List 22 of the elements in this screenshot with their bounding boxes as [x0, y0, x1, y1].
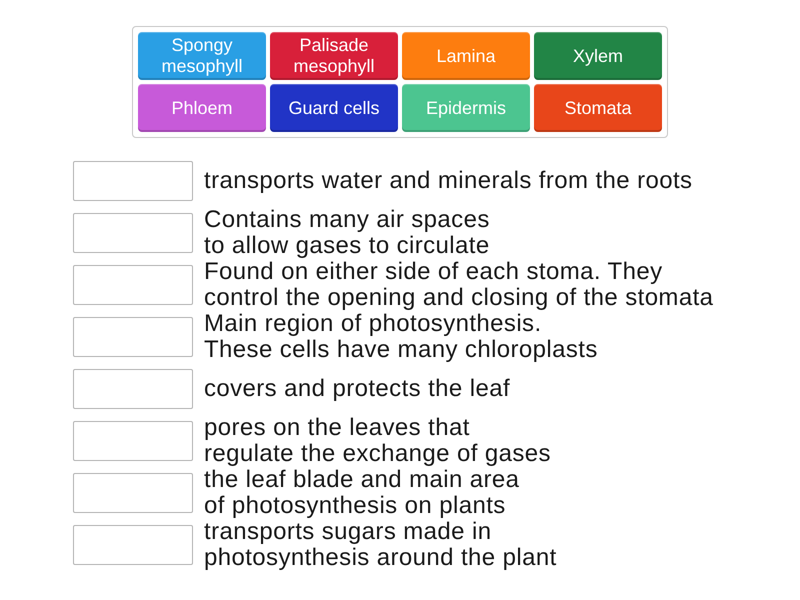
word-tile[interactable]: Phloem: [138, 84, 266, 132]
description-text: transports sugars made in photosynthesis around the plant: [204, 519, 557, 571]
word-tile[interactable]: Epidermis: [402, 84, 530, 132]
word-tile[interactable]: Palisade mesophyll: [270, 32, 398, 80]
word-tile[interactable]: Guard cells: [270, 84, 398, 132]
description-text: covers and protects the leaf: [204, 376, 510, 402]
word-tile[interactable]: Lamina: [402, 32, 530, 80]
description-text: Found on either side of each stoma. They control the opening and closing of the stomata: [204, 259, 714, 311]
answer-box[interactable]: [73, 161, 193, 201]
description-text: Main region of photosynthesis. These cells have many chloroplasts: [204, 311, 598, 363]
answer-box[interactable]: [73, 525, 193, 565]
word-tile[interactable]: Xylem: [534, 32, 662, 80]
description-text: Contains many air spaces to allow gases to circulate: [204, 207, 490, 259]
answer-box[interactable]: [73, 421, 193, 461]
answer-box[interactable]: [73, 317, 193, 357]
word-tile[interactable]: Stomata: [534, 84, 662, 132]
answer-box[interactable]: [73, 473, 193, 513]
answer-box[interactable]: [73, 369, 193, 409]
answer-box[interactable]: [73, 265, 193, 305]
answer-box[interactable]: [73, 213, 193, 253]
description-text: transports water and minerals from the roots: [204, 168, 692, 194]
word-tile[interactable]: Spongy mesophyll: [138, 32, 266, 80]
